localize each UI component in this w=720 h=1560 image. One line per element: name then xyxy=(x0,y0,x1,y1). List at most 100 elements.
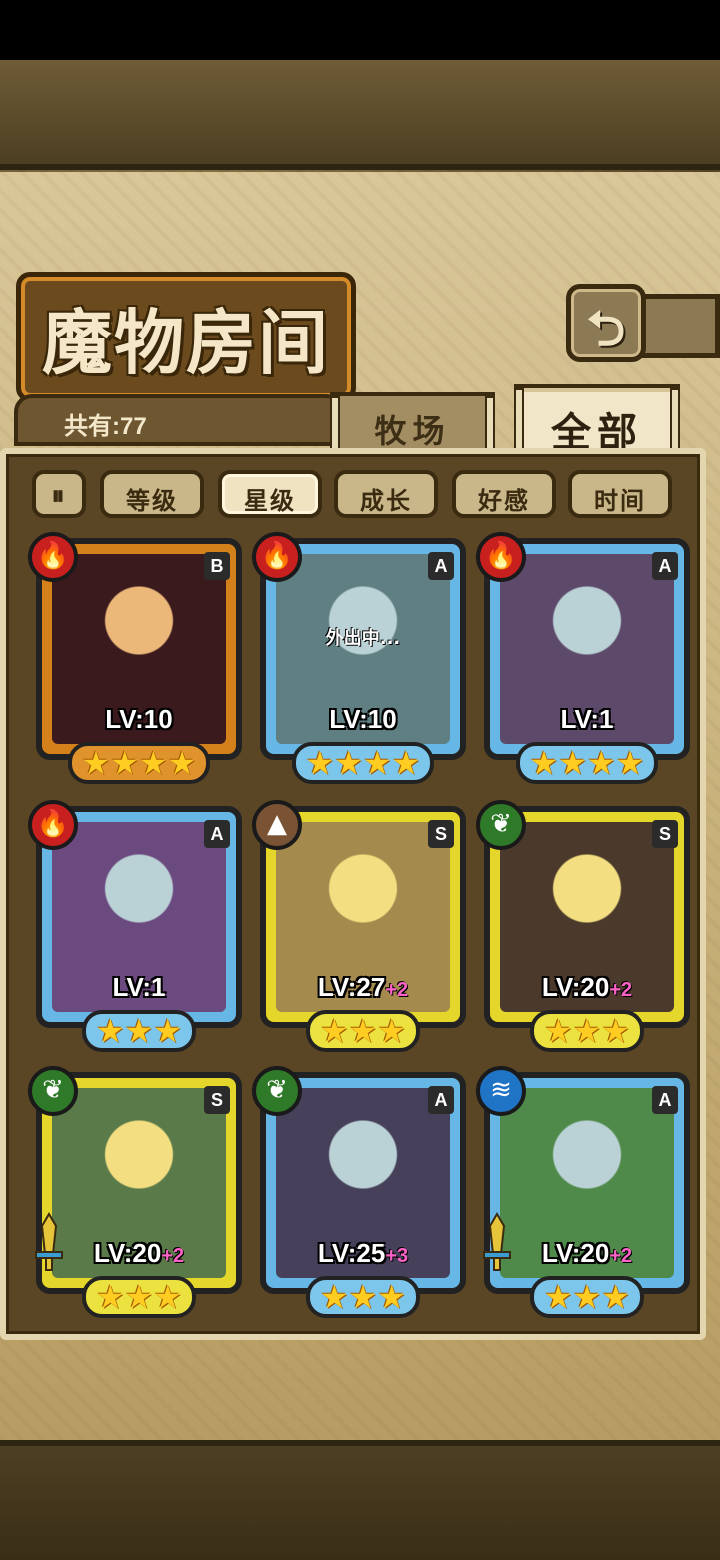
sort-growth-label: 成长 xyxy=(360,487,412,515)
star-strip: ★★★ xyxy=(529,1010,645,1052)
monster-level: LV:25 xyxy=(317,1238,386,1268)
monster-card[interactable]: A ❦ LV:25+3 ★★★ xyxy=(252,1066,466,1318)
star-rating: ★★★ xyxy=(484,1010,690,1052)
level-bonus: +2 xyxy=(609,979,633,1001)
monster-card[interactable]: S ❦ LV:20+2 ★★★ xyxy=(28,1066,242,1318)
star-rating: ★★★★ xyxy=(484,742,690,784)
monster-card[interactable]: S ▲ LV:27+2 ★★★ xyxy=(252,800,466,1052)
monster-level: LV:20 xyxy=(93,1238,162,1268)
star-icon: ★ xyxy=(587,744,616,782)
star-rating: ★★★ xyxy=(260,1276,466,1318)
sort-time-label: 时间 xyxy=(594,487,646,515)
wood-element-icon: ❦ xyxy=(252,1066,302,1116)
level-bonus: +2 xyxy=(161,1245,185,1267)
level-row: LV:20+2 xyxy=(484,1238,690,1269)
sort-order-toggle[interactable]: ⏸ xyxy=(32,470,86,518)
page-title: 魔物房间 xyxy=(42,302,330,384)
monster-level: LV:20 xyxy=(541,1238,610,1268)
star-rating: ★★★★ xyxy=(36,742,242,784)
star-icon: ★ xyxy=(363,744,392,782)
water-element-icon: ≋ xyxy=(476,1066,526,1116)
level-row: LV:1 xyxy=(484,704,690,735)
level-row: LV:10 xyxy=(260,704,466,735)
star-rating: ★★★ xyxy=(36,1276,242,1318)
star-strip: ★★★ xyxy=(81,1010,197,1052)
star-icon: ★ xyxy=(543,1012,573,1050)
pause-sort-icon: ⏸ xyxy=(51,481,67,511)
star-icon: ★ xyxy=(572,1278,602,1316)
star-icon: ★ xyxy=(319,1278,349,1316)
fire-element-icon: 🔥 xyxy=(28,800,78,850)
star-strip: ★★★ xyxy=(81,1276,197,1318)
monster-level: LV:10 xyxy=(105,704,173,734)
star-icon: ★ xyxy=(139,744,168,782)
star-icon: ★ xyxy=(305,744,335,782)
back-button[interactable]: ⮌ xyxy=(566,284,646,362)
level-row: LV:10 xyxy=(36,704,242,735)
star-strip: ★★★ xyxy=(305,1010,421,1052)
tab-all[interactable]: 全部 xyxy=(514,384,680,458)
rank-badge: A xyxy=(428,1086,454,1114)
status-bar xyxy=(0,0,720,60)
tab-ranch[interactable]: 牧场 xyxy=(330,392,495,456)
star-icon: ★ xyxy=(601,1012,631,1050)
monster-card[interactable]: A ≋ LV:20+2 ★★★ xyxy=(476,1066,690,1318)
monster-count-bar: 共有:77 xyxy=(14,394,344,446)
rank-badge: S xyxy=(652,820,678,848)
star-icon: ★ xyxy=(572,1012,602,1050)
monster-level: LV:20 xyxy=(541,972,610,1002)
star-rating: ★★★ xyxy=(260,1010,466,1052)
star-icon: ★ xyxy=(348,1278,378,1316)
star-icon: ★ xyxy=(153,1012,183,1050)
rank-badge: S xyxy=(428,820,454,848)
sort-time-button[interactable]: 时间 xyxy=(568,470,672,518)
level-bonus: +3 xyxy=(385,1245,409,1267)
fire-element-icon: 🔥 xyxy=(252,532,302,582)
level-row: LV:27+2 xyxy=(260,972,466,1003)
star-icon: ★ xyxy=(95,1012,125,1050)
monster-card[interactable]: A 🔥 LV:1 ★★★ xyxy=(28,800,242,1052)
star-icon: ★ xyxy=(543,1278,573,1316)
title-banner: 魔物房间 xyxy=(16,272,356,402)
star-icon: ★ xyxy=(348,1012,378,1050)
star-icon: ★ xyxy=(615,744,645,782)
star-icon: ★ xyxy=(110,744,139,782)
star-icon: ★ xyxy=(391,744,421,782)
star-rating: ★★★ xyxy=(36,1010,242,1052)
tab-ranch-label: 牧场 xyxy=(374,412,451,450)
sort-level-button[interactable]: 等级 xyxy=(100,470,204,518)
monster-card[interactable]: A 🔥 外出中... LV:10 ★★★★ xyxy=(252,532,466,784)
monster-level: LV:10 xyxy=(329,704,397,734)
monster-card[interactable]: S ❦ LV:20+2 ★★★ xyxy=(476,800,690,1052)
sort-star-button[interactable]: 星级 xyxy=(218,470,322,518)
top-map-strip xyxy=(0,60,720,170)
star-rating: ★★★★ xyxy=(260,742,466,784)
away-status-label: 外出中... xyxy=(325,628,401,649)
rank-badge: A xyxy=(428,552,454,580)
fire-element-icon: 🔥 xyxy=(28,532,78,582)
star-icon: ★ xyxy=(167,744,197,782)
level-row: LV:20+2 xyxy=(36,1238,242,1269)
monster-count: 共有:77 xyxy=(64,413,147,440)
monster-level: LV:1 xyxy=(112,972,166,1002)
star-rating: ★★★ xyxy=(484,1276,690,1318)
monster-card[interactable]: A 🔥 LV:1 ★★★★ xyxy=(476,532,690,784)
fire-element-icon: 🔥 xyxy=(476,532,526,582)
star-icon: ★ xyxy=(601,1278,631,1316)
monster-card[interactable]: B 🔥 LV:10 ★★★★ xyxy=(28,532,242,784)
earth-element-icon: ▲ xyxy=(252,800,302,850)
level-row: LV:25+3 xyxy=(260,1238,466,1269)
bottom-map-strip xyxy=(0,1440,720,1560)
star-icon: ★ xyxy=(153,1278,183,1316)
star-icon: ★ xyxy=(377,1278,407,1316)
star-strip: ★★★ xyxy=(305,1276,421,1318)
rank-badge: S xyxy=(204,1086,230,1114)
star-icon: ★ xyxy=(377,1012,407,1050)
star-icon: ★ xyxy=(95,1278,125,1316)
star-icon: ★ xyxy=(529,744,559,782)
sort-affection-button[interactable]: 好感 xyxy=(452,470,556,518)
level-bonus: +2 xyxy=(609,1245,633,1267)
sort-growth-button[interactable]: 成长 xyxy=(334,470,438,518)
star-icon: ★ xyxy=(81,744,111,782)
star-icon: ★ xyxy=(334,744,363,782)
